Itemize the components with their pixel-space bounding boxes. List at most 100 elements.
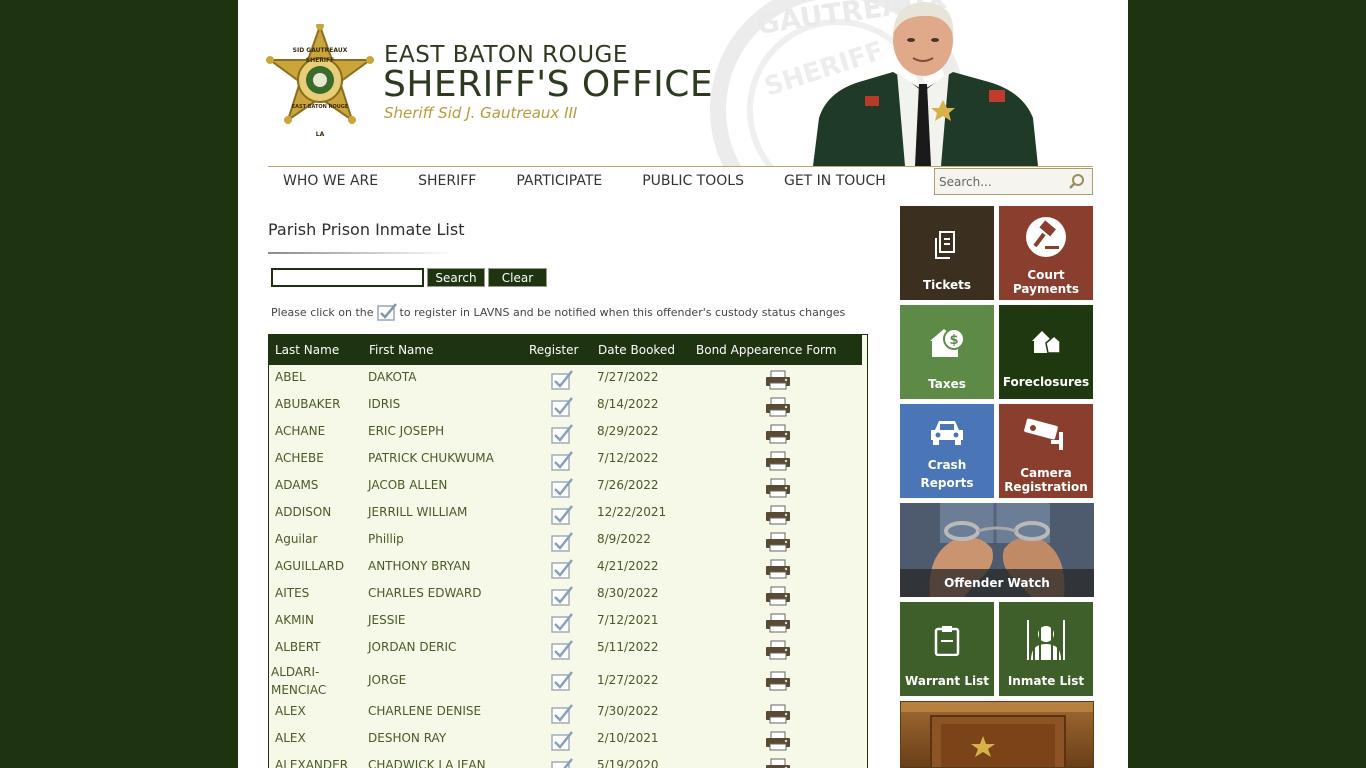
cell-date-booked: 2/10/2021 [597,731,659,745]
search-icon[interactable] [1068,173,1086,191]
cabinet-badge-image [901,702,1093,767]
cell-last-name: ACHEBE [275,451,324,465]
notice-text-before: Please click on the [271,305,374,319]
cell-date-booked: 7/27/2022 [597,370,659,384]
printer-icon[interactable] [764,731,792,751]
table-row: AKMIN JESSIE 7/12/2021 [269,608,862,635]
nav-divider [268,166,1093,167]
printer-icon[interactable] [764,613,792,633]
cell-date-booked: 12/22/2021 [597,505,667,519]
register-check-icon[interactable] [550,703,574,725]
printer-icon[interactable] [764,671,792,691]
sheriff-badge-logo[interactable]: SID GAUTREAUX SHERIFF EAST BATON ROUGE L… [266,24,374,148]
cell-date-booked: 8/9/2022 [597,532,651,546]
tile-tickets[interactable]: Tickets [900,206,994,300]
nav-sheriff[interactable]: SHERIFF [418,173,476,189]
register-check-icon[interactable] [550,396,574,418]
brand-line-sheriffs-office[interactable]: SHERIFF'S OFFICE [383,64,713,105]
cell-last-name: ADAMS [275,478,319,492]
cell-first-name: CHADWICK LA JEAN [368,758,486,768]
cell-first-name: JESSIE [368,613,406,627]
lavns-notice: Please click on the to register in LAVNS… [271,302,845,322]
register-check-icon[interactable] [550,423,574,445]
col-date-booked: Date Booked [598,343,675,357]
register-check-icon[interactable] [550,531,574,553]
printer-icon[interactable] [764,586,792,606]
printer-icon[interactable] [764,451,792,471]
nav-participate[interactable]: PARTICIPATE [516,173,602,189]
tile-warrant-list[interactable]: Warrant List [900,602,994,696]
tile-foreclosures-label: Foreclosures [1002,375,1090,389]
nav-get-in-touch[interactable]: GET IN TOUCH [784,173,886,189]
cell-date-booked: 1/27/2022 [597,673,659,687]
register-check-icon[interactable] [550,612,574,634]
cell-last-name: AGUILLARD [275,559,345,573]
printer-icon[interactable] [764,397,792,417]
register-check-icon[interactable] [550,558,574,580]
tile-offender-watch-label: Offender Watch [900,569,1094,597]
title-underline [268,252,453,254]
printer-icon[interactable] [764,505,792,525]
tile-tickets-label: Tickets [922,278,972,292]
printer-icon[interactable] [764,559,792,579]
nav-public-tools[interactable]: PUBLIC TOOLS [642,173,744,189]
cell-first-name: JORDAN DERIC [368,640,457,654]
tile-warrant-list-label: Warrant List [905,674,989,688]
cell-date-booked: 7/30/2022 [597,704,659,718]
printer-icon[interactable] [764,478,792,498]
register-check-icon[interactable] [550,670,574,692]
cell-last-name: ACHANE [275,424,326,438]
printer-icon[interactable] [764,758,792,768]
tile-camera-registration[interactable]: Camera Registration [999,404,1093,498]
tile-cabinet-badge[interactable] [900,701,1094,768]
tile-taxes[interactable]: $ Taxes [900,305,994,399]
register-check-icon[interactable] [550,477,574,499]
cell-date-booked: 8/30/2022 [597,586,659,600]
table-row: ALDARI-MENCIAC JORGE 1/27/2022 [269,662,862,699]
printer-icon[interactable] [764,704,792,724]
search-button[interactable]: Search [427,268,485,287]
printer-icon[interactable] [764,532,792,552]
cell-first-name: JERRILL WILLIAM [368,505,468,519]
tile-camera-registration-label-1: Camera [1020,466,1072,480]
tile-inmate-list[interactable]: Inmate List [999,602,1093,696]
register-check-icon[interactable] [550,757,574,768]
clear-button[interactable]: Clear [488,268,547,287]
tile-foreclosures[interactable]: Foreclosures [999,305,1093,399]
register-check-icon[interactable] [550,369,574,391]
svg-text:$: $ [949,333,958,348]
cell-first-name: CHARLES EDWARD [368,586,482,600]
sheriff-portrait [813,2,1038,166]
col-register: Register [529,343,579,357]
printer-icon[interactable] [764,370,792,390]
cell-date-booked: 7/12/2021 [597,613,659,627]
svg-text:LA: LA [316,131,325,138]
gavel-icon [1026,217,1066,257]
register-check-icon[interactable] [550,730,574,752]
register-check-icon[interactable] [550,504,574,526]
col-bond-form: Bond Appearence Form [696,343,837,357]
cell-first-name: CHARLENE DENISE [368,704,482,718]
table-body: ABEL DAKOTA 7/27/2022 ABUBAKER IDRIS 8/14/202… [269,365,862,768]
svg-text:SHERIFF: SHERIFF [306,57,335,64]
register-check-icon[interactable] [550,585,574,607]
nav-who-we-are[interactable]: WHO WE ARE [283,173,378,189]
tile-crash-reports[interactable]: Crash Reports [900,404,994,498]
site-search-input[interactable] [939,172,1067,191]
register-check-icon[interactable] [550,639,574,661]
printer-icon[interactable] [764,640,792,660]
register-check-icon[interactable] [550,450,574,472]
printer-icon[interactable] [764,424,792,444]
table-row: AGUILLARD ANTHONY BRYAN 4/21/2022 [269,554,862,581]
clipboard-icon [934,626,960,656]
security-camera-icon [1024,418,1063,450]
notice-text-after: to register in LAVNS and be notified whe… [399,305,846,319]
page: SID GAUTREAUX SHERIFF EAST BATON ROUGE L… [238,0,1128,768]
tile-court-payments[interactable]: Court Payments [999,206,1093,300]
tile-offender-watch[interactable]: Offender Watch [900,503,1094,597]
table-row: ADAMS JACOB ALLEN 7/26/2022 [269,473,862,500]
cell-first-name: JORGE [368,673,407,687]
tile-crash-reports-label-2: Reports [920,476,974,490]
car-icon [931,421,963,445]
inmate-search-input[interactable] [271,268,424,287]
